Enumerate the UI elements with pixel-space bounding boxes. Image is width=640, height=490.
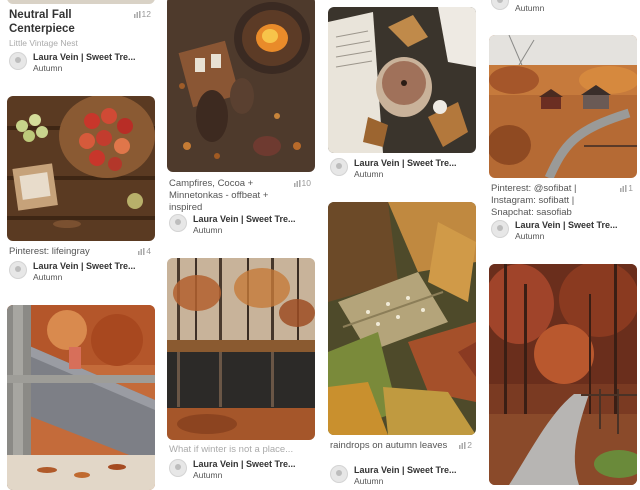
pin-description[interactable]: Pinterest: lifeingray	[9, 246, 137, 258]
board-name[interactable]: Autumn	[515, 3, 544, 13]
pin-image-window-view[interactable]	[7, 305, 155, 490]
pin-attribution[interactable]: Laura Vein | Sweet Tre... Autumn	[330, 158, 476, 180]
user-avatar-icon[interactable]	[169, 459, 187, 477]
pinner-name[interactable]: Laura Vein | Sweet Tre...	[354, 465, 457, 475]
pin-attribution[interactable]: Laura Vein | Sweet Tre... Autumn	[9, 261, 155, 283]
pin-image-forest-pond[interactable]	[167, 258, 315, 440]
user-avatar-icon[interactable]	[330, 465, 348, 483]
pin-source[interactable]: Little Vintage Nest	[9, 38, 78, 48]
pin-image-centerpiece[interactable]	[7, 0, 155, 4]
pinner-name[interactable]: Laura Vein | Sweet Tre...	[515, 220, 618, 230]
pin-attribution[interactable]: Laura Vein | Sweet Tre... Autumn	[169, 459, 315, 481]
save-count: 10	[293, 178, 311, 188]
pinner-name[interactable]: Laura Vein | Sweet Tre...	[193, 214, 296, 224]
pin-attribution[interactable]: Laura Vein | Sweet Tre... Autumn	[169, 214, 315, 236]
pin-icon	[293, 179, 301, 187]
save-count: 2	[459, 440, 472, 450]
pin-description[interactable]: Campfires, Cocoa + Minnetonkas - offbeat…	[169, 178, 297, 214]
pin-icon	[620, 184, 627, 192]
pin-description[interactable]: Pinterest: @sofibat | Instagram: sofibat…	[491, 183, 619, 219]
pin-image-raindrops-leaves[interactable]	[328, 202, 476, 435]
board-name[interactable]: Autumn	[193, 225, 222, 235]
board-name[interactable]: Autumn	[515, 231, 544, 241]
board-name[interactable]: Autumn	[193, 470, 222, 480]
pin-attribution[interactable]: Laura Vein | Sweet Tre... Autumn	[9, 52, 155, 74]
pin-image-forest-path[interactable]	[489, 264, 637, 485]
pin-icon	[133, 10, 141, 18]
pin-title[interactable]: Neutral Fall Centerpiece	[9, 8, 137, 36]
pinner-name[interactable]: Laura Vein | Sweet Tre...	[33, 52, 136, 62]
board-name[interactable]: Autumn	[33, 272, 62, 282]
pinner-name[interactable]: Laura Vein | Sweet Tre...	[33, 261, 136, 271]
user-avatar-icon[interactable]	[9, 261, 27, 279]
save-count: 12	[133, 9, 151, 19]
pin-image-book-candle[interactable]	[328, 7, 476, 153]
pin-description[interactable]: raindrops on autumn leaves	[330, 440, 458, 452]
save-count: 4	[138, 246, 151, 256]
board-name[interactable]: Autumn	[354, 169, 383, 179]
pin-image-apples[interactable]	[7, 96, 155, 241]
pin-attribution[interactable]: Laura Vein | Sweet Tre... Autumn	[491, 220, 637, 242]
pinner-name[interactable]: Laura Vein | Sweet Tre...	[193, 459, 296, 469]
pin-description[interactable]: What if winter is not a place...	[169, 444, 297, 456]
pinner-name[interactable]: Laura Vein | Sweet Tre...	[354, 158, 457, 168]
save-count: 1	[620, 183, 633, 193]
pin-icon	[459, 441, 466, 449]
pin-attribution[interactable]: Autumn	[491, 0, 637, 14]
user-avatar-icon[interactable]	[9, 52, 27, 70]
pin-image-farm-road[interactable]	[489, 35, 637, 178]
user-avatar-icon[interactable]	[169, 214, 187, 232]
pin-attribution[interactable]: Laura Vein | Sweet Tre... Autumn	[330, 465, 476, 487]
board-name[interactable]: Autumn	[33, 63, 62, 73]
user-avatar-icon[interactable]	[491, 220, 509, 238]
user-avatar-icon[interactable]	[330, 158, 348, 176]
user-avatar-icon[interactable]	[491, 0, 509, 10]
pin-image-campfire[interactable]	[167, 0, 315, 172]
pin-icon	[138, 247, 145, 255]
